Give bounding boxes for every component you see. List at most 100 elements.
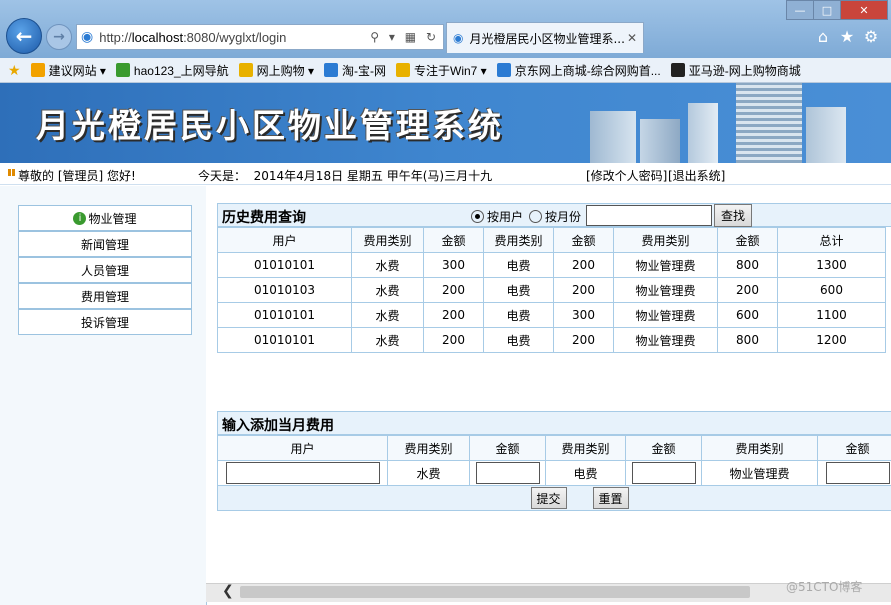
- building-image: [688, 103, 718, 163]
- water-amount-input[interactable]: [475, 462, 540, 484]
- query-input[interactable]: [586, 205, 712, 226]
- address-url: http://localhost:8080/wyglxt/login: [99, 30, 286, 45]
- favorite-label: 专注于Win7 ▾: [414, 63, 487, 78]
- main-content: 历史费用查询 按用户 按月份 查找 用户 费用类别 金额 费用类别 金额 费用类别 金额 总计…: [206, 186, 891, 586]
- table-cell: 水费: [351, 252, 424, 278]
- folder-icon: [396, 63, 410, 77]
- table-cell: 200: [423, 302, 484, 328]
- browser-tab[interactable]: ◉ 月光橙居民小区物业管理系... ✕: [446, 22, 644, 53]
- favorite-label: 建议网站 ▾: [48, 63, 106, 78]
- search-icon[interactable]: ⚲: [370, 30, 382, 44]
- compat-view-icon[interactable]: ▦: [405, 30, 419, 44]
- favorite-item[interactable]: 京东网上商城-综合网购首...: [496, 62, 661, 79]
- favorite-item[interactable]: 建议网站 ▾: [30, 62, 106, 79]
- ie-page-icon: ◉: [81, 29, 94, 45]
- favorite-item[interactable]: 亚马逊-网上购物商城: [670, 62, 801, 79]
- table-cell: 200: [717, 277, 778, 303]
- change-password-link[interactable]: [修改个人密码]: [586, 167, 667, 184]
- radio-by-month[interactable]: [529, 210, 543, 223]
- table-cell: 物业管理费: [613, 302, 718, 328]
- reset-button[interactable]: 重置: [592, 487, 629, 509]
- favorite-item[interactable]: 淘-宝-网: [324, 62, 386, 79]
- radio-user-label: 按用户: [487, 210, 524, 224]
- search-button[interactable]: 查找: [714, 204, 752, 227]
- add-fee-table: 用户 费用类别 金额 费用类别 金额 费用类别 金额 水费 电费 物业管理费 提交 重置: [217, 435, 891, 511]
- column-header: 用户: [217, 227, 352, 253]
- query-mode-radios: 按用户 按月份: [471, 208, 581, 225]
- sidebar-item-property[interactable]: i 物业管理: [18, 205, 192, 231]
- forward-button[interactable]: →: [46, 24, 72, 50]
- column-header: 金额: [553, 227, 614, 253]
- scroll-left-icon[interactable]: ❮: [222, 583, 234, 599]
- favorite-item[interactable]: hao123_上网导航: [115, 62, 229, 79]
- ie-page-icon: [496, 63, 511, 77]
- column-header: 费用类别: [701, 435, 818, 461]
- favorites-star-icon[interactable]: ★: [838, 27, 856, 46]
- column-header: 费用类别: [351, 227, 424, 253]
- favorite-item[interactable]: 专注于Win7 ▾: [396, 62, 487, 79]
- favorite-label: hao123_上网导航: [133, 63, 229, 78]
- electric-amount-input[interactable]: [631, 462, 696, 484]
- table-cell: 电费: [483, 277, 554, 303]
- hao123-icon: [115, 63, 130, 77]
- table-cell: 01010103: [217, 277, 352, 303]
- date-text: 今天是： 2014年4月18日 星期五 甲午年(马)三月十九: [198, 169, 493, 183]
- favorite-item[interactable]: 网上购物 ▾: [238, 62, 314, 79]
- building-image: [736, 83, 802, 163]
- amazon-icon: [670, 63, 685, 77]
- history-table-header: 用户 费用类别 金额 费用类别 金额 费用类别 金额 总计: [217, 227, 886, 253]
- add-title: 输入添加当月费用: [222, 418, 334, 434]
- table-cell: 200: [553, 277, 614, 303]
- column-header: 金额: [423, 227, 484, 253]
- minimize-button[interactable]: —: [786, 0, 814, 20]
- back-button[interactable]: ←: [6, 18, 42, 54]
- water-label: 水费: [387, 460, 470, 486]
- column-header: 金额: [717, 227, 778, 253]
- favorite-label: 京东网上商城-综合网购首...: [514, 63, 661, 78]
- grid-bullet-icon: [8, 169, 15, 176]
- folder-icon: [238, 63, 253, 77]
- ie-page-icon: [324, 63, 338, 77]
- history-table: 用户 费用类别 金额 费用类别 金额 费用类别 金额 总计 01010101 水费 300 电费 200…: [217, 227, 886, 353]
- sidebar-item-news[interactable]: 新闻管理: [18, 231, 192, 257]
- column-header: 金额: [469, 435, 546, 461]
- favorite-label: 网上购物 ▾: [256, 63, 314, 78]
- refresh-icon[interactable]: ↻: [426, 30, 439, 44]
- table-cell: 电费: [483, 302, 554, 328]
- table-cell: 01010101: [217, 327, 352, 353]
- close-icon: ✕: [859, 3, 869, 17]
- table-cell: 800: [717, 252, 778, 278]
- home-icon[interactable]: ⌂: [814, 27, 832, 46]
- table-cell: 800: [717, 327, 778, 353]
- table-cell: 200: [553, 327, 614, 353]
- property-amount-input[interactable]: [825, 462, 890, 484]
- sidebar-item-label: 费用管理: [80, 289, 129, 304]
- column-header: 费用类别: [613, 227, 718, 253]
- sidebar-item-staff[interactable]: 人员管理: [18, 257, 192, 283]
- radio-by-user[interactable]: [471, 210, 484, 223]
- address-bar[interactable]: ◉ http://localhost:8080/wyglxt/login ⚲ ▾…: [76, 24, 444, 50]
- url-prefix: http://: [99, 29, 132, 45]
- info-bar: 尊敬的 [管理员] 您好! 今天是： 2014年4月18日 星期五 甲午年(马)…: [0, 164, 891, 185]
- close-tab-icon[interactable]: ✕: [627, 31, 637, 45]
- site-banner: 月光橙居民小区物业管理系统: [0, 83, 891, 163]
- table-row: 01010101 水费 200 电费 300 物业管理费 600 1100: [217, 302, 886, 328]
- gear-icon[interactable]: ⚙: [862, 27, 880, 46]
- maximize-button[interactable]: □: [813, 0, 841, 20]
- column-header: 用户: [217, 435, 388, 461]
- scrollbar-thumb[interactable]: [240, 586, 750, 598]
- cell: [469, 460, 546, 486]
- sidebar-item-label: 投诉管理: [80, 315, 129, 330]
- close-window-button[interactable]: ✕: [840, 0, 888, 20]
- building-image: [640, 119, 680, 163]
- table-row: 01010103 水费 200 电费 200 物业管理费 200 600: [217, 277, 886, 303]
- submit-button[interactable]: 提交: [530, 487, 567, 509]
- favorites-star-icon[interactable]: ★: [8, 62, 21, 79]
- logout-link[interactable]: [退出系统]: [668, 167, 725, 184]
- sidebar-item-label: 物业管理: [88, 211, 137, 226]
- user-input[interactable]: [225, 462, 380, 484]
- sidebar-item-fees[interactable]: 费用管理: [18, 283, 192, 309]
- address-controls[interactable]: ⚲ ▾ ▦ ↻: [370, 30, 439, 44]
- dropdown-icon[interactable]: ▾: [389, 30, 398, 44]
- sidebar-item-complaints[interactable]: 投诉管理: [18, 309, 192, 335]
